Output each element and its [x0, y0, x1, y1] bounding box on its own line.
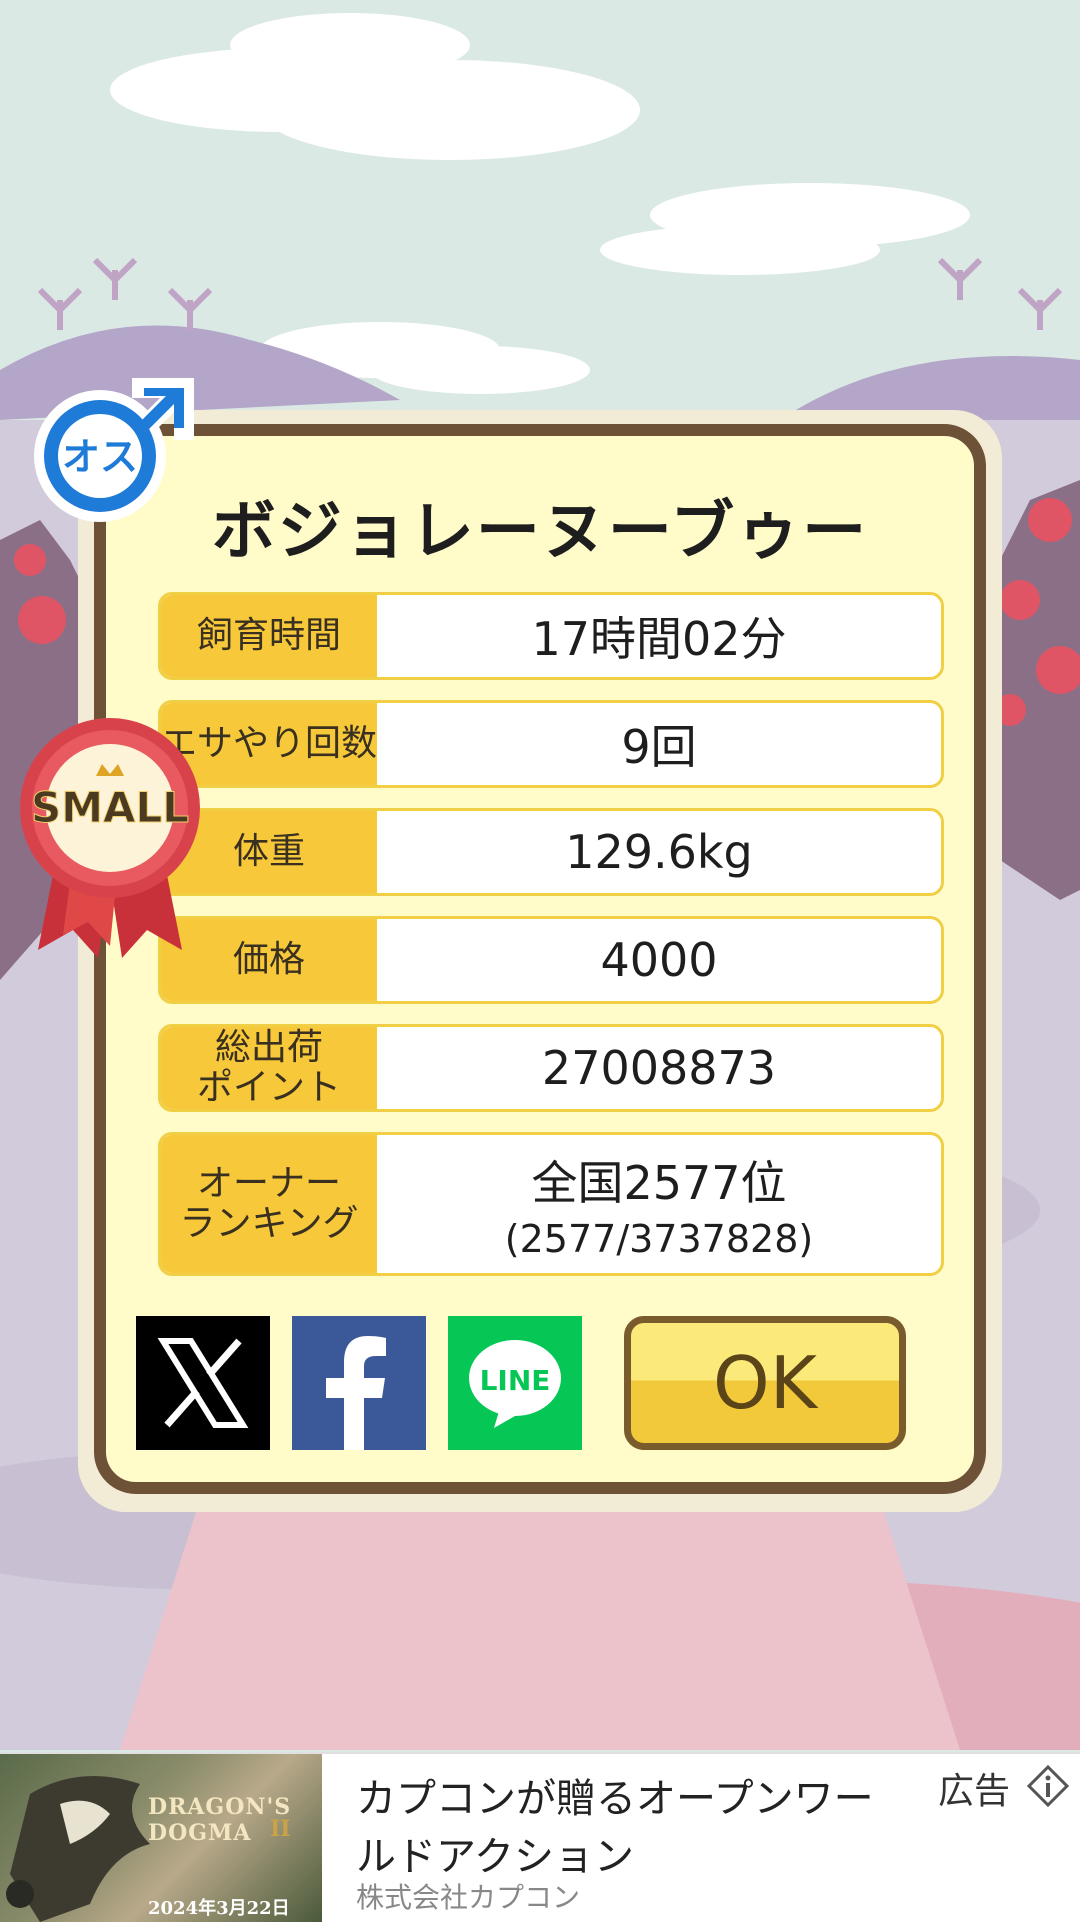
male-symbol-icon: オス [34, 378, 194, 522]
stat-row-weight: 体重 129.6kg [158, 808, 944, 896]
stat-row-total-points: 総出荷 ポイント 27008873 [158, 1024, 944, 1112]
ad-sponsor: 株式会社カプコン [356, 1881, 581, 1914]
ranking-position: 全国2577位 [531, 1156, 787, 1210]
ad-title[interactable]: カプコンが贈るオープンワールドアクション [356, 1770, 876, 1886]
ad-image-date: 2024年3月22日(金)発売 [148, 1898, 290, 1919]
stat-value: 129.6kg [565, 825, 753, 879]
stat-row-owner-ranking: オーナー ランキング 全国2577位 (2577/3737828) [158, 1132, 944, 1276]
award-ribbon-icon: SMALL [20, 718, 200, 958]
ad-image-logo: DRAGON'S DOGMA [148, 1794, 292, 1846]
line-logo-text: LINE [480, 1364, 551, 1397]
pet-name: ボジョレーヌーブゥー [211, 495, 869, 569]
stat-value: 27008873 [541, 1041, 777, 1095]
ad-banner[interactable]: DRAGON'S DOGMA II 2024年3月22日(金)発売 カプコンが贈… [0, 1752, 1080, 1922]
stat-row-feed-count: エサやり回数 9回 [158, 700, 944, 788]
facebook-logo-icon [326, 1336, 386, 1450]
stat-value: 4000 [600, 933, 718, 987]
male-badge: オス [34, 370, 204, 530]
size-badge-label: SMALL [31, 783, 189, 832]
gender-label: オス [62, 435, 138, 479]
ad-label: 広告 [938, 1771, 1011, 1812]
share-facebook-button[interactable] [292, 1316, 426, 1450]
share-x-button[interactable] [136, 1316, 270, 1450]
stat-label: 総出荷 ポイント [161, 1027, 377, 1109]
result-dialog: ボジョレーヌーブゥー 飼育時間 17時間02分 エサやり回数 9回 体重 129… [94, 424, 986, 1494]
stat-label: 飼育時間 [161, 595, 377, 677]
stat-row-price: 価格 4000 [158, 916, 944, 1004]
ad-image[interactable]: DRAGON'S DOGMA II 2024年3月22日(金)発売 [0, 1754, 322, 1922]
ranking-detail: (2577/3737828) [504, 1217, 814, 1261]
ad-image-numeral: II [270, 1816, 291, 1842]
stat-row-raising-time: 飼育時間 17時間02分 [158, 592, 944, 680]
stat-value: 17時間02分 [531, 612, 787, 666]
line-logo-icon: LINE [469, 1340, 561, 1428]
ok-button[interactable]: OK [624, 1316, 906, 1450]
stat-label: オーナー ランキング [161, 1135, 377, 1273]
ranking-value: 全国2577位 (2577/3737828) [377, 1135, 941, 1273]
ad-info-icon[interactable] [1026, 1764, 1070, 1808]
stat-value: 9回 [621, 720, 697, 774]
x-logo-icon [157, 1338, 249, 1428]
size-ribbon: SMALL [18, 710, 202, 960]
share-line-button[interactable]: LINE [448, 1316, 582, 1450]
